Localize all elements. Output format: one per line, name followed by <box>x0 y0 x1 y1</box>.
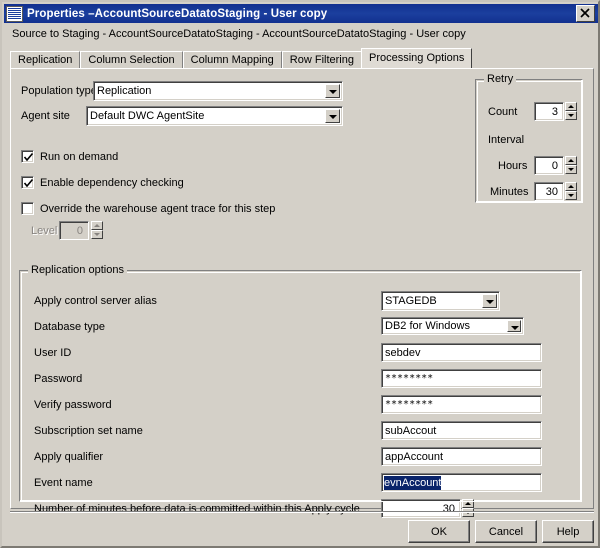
checkbox-label: Run on demand <box>40 150 119 163</box>
checkmark-icon <box>23 178 34 188</box>
retry-group: Retry Count 3 Interval Hours 0 Minutes 3… <box>475 73 583 203</box>
verify-password-label: Verify password <box>34 399 112 411</box>
stepper-up-icon <box>565 182 577 191</box>
population-type-value: Replication <box>97 85 152 97</box>
retry-minutes-input[interactable]: 30 <box>534 182 564 201</box>
agent-site-label: Agent site <box>21 110 70 122</box>
database-type-combo[interactable]: DB2 for Windows <box>381 317 524 335</box>
apply-qualifier-input[interactable]: appAccount <box>381 447 542 466</box>
tab-row-filtering[interactable]: Row Filtering <box>281 51 362 68</box>
checkbox-enable-dependency-checking[interactable]: Enable dependency checking <box>21 176 184 189</box>
checkmark-icon <box>23 152 34 162</box>
password-input[interactable]: ******** <box>381 369 542 388</box>
apply-control-server-alias-value: STAGEDB <box>385 295 437 307</box>
subscription-set-name-input[interactable]: subAccout <box>381 421 542 440</box>
commit-minutes-input[interactable]: 30 <box>381 499 461 518</box>
database-type-label: Database type <box>34 321 105 333</box>
verify-password-input[interactable]: ******** <box>381 395 542 414</box>
stepper-up-icon <box>565 156 577 165</box>
stepper-down-icon <box>565 165 577 174</box>
event-name-input[interactable]: evnAccount <box>381 473 542 492</box>
retry-count-value: 3 <box>551 105 558 118</box>
agent-site-value: Default DWC AgentSite <box>90 110 205 122</box>
stepper-up-icon <box>565 102 577 111</box>
retry-group-title: Retry <box>484 73 517 85</box>
retry-interval-label: Interval <box>488 134 525 146</box>
retry-hours-input[interactable]: 0 <box>534 156 564 175</box>
population-type-combo[interactable]: Replication <box>93 81 343 101</box>
level-input: 0 <box>59 221 89 240</box>
tab-column-mapping[interactable]: Column Mapping <box>182 51 282 68</box>
event-name-value: evnAccount <box>384 475 442 490</box>
subscription-set-name-label: Subscription set name <box>34 425 143 437</box>
retry-count-stepper[interactable] <box>565 102 577 121</box>
commit-minutes-stepper[interactable] <box>462 499 474 518</box>
agent-site-combo[interactable]: Default DWC AgentSite <box>86 106 343 126</box>
population-type-label: Population type <box>21 85 97 97</box>
cancel-button[interactable]: Cancel <box>475 520 537 543</box>
retry-hours-value: 0 <box>551 159 558 172</box>
retry-hours-stepper[interactable] <box>565 156 577 175</box>
stepper-down-icon <box>565 191 577 200</box>
tab-processing-options[interactable]: Processing Options <box>360 48 473 68</box>
close-icon <box>580 8 590 18</box>
tab-replication[interactable]: Replication <box>10 51 81 68</box>
checkbox-run-on-demand[interactable]: Run on demand <box>21 150 118 163</box>
subscription-set-name-value: subAccout <box>385 424 437 437</box>
stepper-up-icon <box>462 499 474 508</box>
user-id-label: User ID <box>34 347 72 359</box>
level-stepper <box>91 221 103 240</box>
apply-qualifier-value: appAccount <box>385 450 444 463</box>
stepper-up-icon <box>91 221 103 230</box>
retry-count-label: Count <box>488 106 518 118</box>
help-button[interactable]: Help <box>542 520 594 543</box>
replication-options-group: Replication options Apply control server… <box>19 264 582 518</box>
retry-hours-label: Hours <box>498 160 528 172</box>
properties-dialog-window: Properties –AccountSourceDatatoStaging -… <box>0 0 600 548</box>
database-type-value: DB2 for Windows <box>385 320 470 332</box>
stepper-down-icon <box>91 230 103 239</box>
level-value: 0 <box>76 224 83 237</box>
chevron-down-icon[interactable] <box>325 109 340 123</box>
processing-options-panel: Population type Replication Agent site D… <box>10 68 594 518</box>
title-bar[interactable]: Properties –AccountSourceDatatoStaging -… <box>4 4 598 23</box>
apply-control-server-alias-combo[interactable]: STAGEDB <box>381 291 500 311</box>
checkbox-box[interactable] <box>21 202 34 215</box>
apply-control-server-alias-label: Apply control server alias <box>34 295 157 307</box>
retry-count-input[interactable]: 3 <box>534 102 564 121</box>
level-label: Level <box>31 225 58 237</box>
checkbox-label: Enable dependency checking <box>40 176 184 189</box>
user-id-value: sebdev <box>385 346 421 359</box>
event-name-label: Event name <box>34 477 93 489</box>
commit-minutes-label: Number of minutes before data is committ… <box>34 503 360 515</box>
tab-column-selection[interactable]: Column Selection <box>80 51 183 68</box>
ok-button[interactable]: OK <box>408 520 470 543</box>
window-title: Properties –AccountSourceDatatoStaging -… <box>27 7 328 20</box>
stepper-down-icon <box>565 111 577 120</box>
properties-grid-icon <box>6 5 23 22</box>
retry-minutes-value: 30 <box>545 185 558 198</box>
verify-password-value: ******** <box>385 399 434 410</box>
replication-options-group-title: Replication options <box>28 264 127 276</box>
dialog-subtitle: Source to Staging - AccountSourceDatatoS… <box>12 28 466 40</box>
apply-qualifier-label: Apply qualifier <box>34 451 104 463</box>
chevron-down-icon[interactable] <box>482 294 497 308</box>
user-id-input[interactable]: sebdev <box>381 343 542 362</box>
close-button[interactable] <box>576 5 595 22</box>
checkbox-box[interactable] <box>21 150 34 163</box>
bottom-separator <box>10 511 594 513</box>
retry-minutes-label: Minutes <box>490 186 529 198</box>
chevron-down-icon[interactable] <box>325 84 340 98</box>
checkbox-box[interactable] <box>21 176 34 189</box>
retry-minutes-stepper[interactable] <box>565 182 577 201</box>
chevron-down-icon[interactable] <box>507 320 521 332</box>
checkbox-override-agent-trace[interactable]: Override the warehouse agent trace for t… <box>21 202 275 215</box>
password-value: ******** <box>385 373 434 384</box>
password-label: Password <box>34 373 83 385</box>
checkbox-label: Override the warehouse agent trace for t… <box>40 202 276 215</box>
tab-strip: Replication Column Selection Column Mapp… <box>10 48 473 68</box>
